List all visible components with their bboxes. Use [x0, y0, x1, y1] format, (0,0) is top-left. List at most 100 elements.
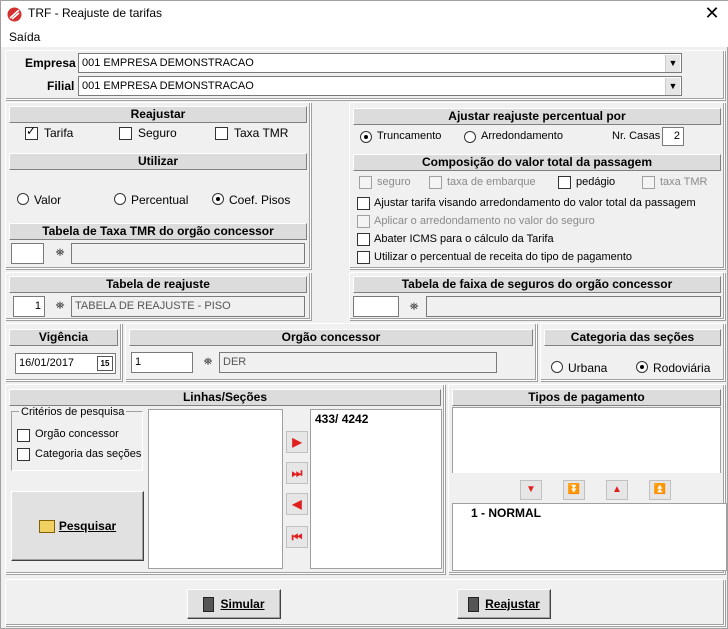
percentual-label: Percentual — [131, 193, 189, 207]
orgao-header: Orgão concessor — [129, 329, 533, 346]
filial-label: Filial — [47, 79, 75, 93]
criterios-label: Critérios de pesquisa — [19, 406, 127, 418]
criterios-group — [11, 411, 143, 471]
opt1-checkbox[interactable] — [357, 197, 370, 210]
vigencia-date-input[interactable]: 16/01/2017 15 — [15, 353, 116, 374]
search-icon — [38, 520, 55, 534]
truncamento-radio[interactable] — [360, 131, 372, 143]
binoculars-icon[interactable]: ⛯ — [405, 298, 423, 317]
truncamento-label: Truncamento — [377, 130, 442, 142]
comp-seguro-checkbox[interactable] — [359, 176, 372, 189]
bottom-bar — [5, 579, 725, 626]
empresa-label: Empresa — [25, 56, 76, 70]
coef-pisos-label: Coef. Pisos — [229, 193, 291, 207]
move-up-icon[interactable]: ▲ — [606, 480, 628, 500]
tipos-top-list[interactable] — [452, 407, 721, 473]
menu-bar: Saída — [1, 27, 728, 47]
move-right-icon[interactable]: ▶ — [286, 431, 308, 453]
comp-taxa-tmr-checkbox[interactable] — [642, 176, 655, 189]
move-all-up-icon[interactable]: ⏫ — [649, 480, 671, 500]
seguro-checkbox[interactable] — [119, 127, 132, 140]
tarifa-label: Tarifa — [44, 126, 74, 140]
menu-saida[interactable]: Saída — [9, 30, 40, 44]
utilizar-header: Utilizar — [9, 153, 307, 170]
simular-button[interactable]: Simular — [187, 589, 281, 619]
tarifa-checkbox[interactable]: ✓ — [25, 124, 38, 140]
tipos-list[interactable]: 1 - NORMAL — [452, 503, 727, 571]
opt1-label: Ajustar tarifa visando arredondamento do… — [374, 197, 696, 209]
linhas-selected-list[interactable]: 433/ 4242 — [310, 409, 442, 569]
filial-select[interactable]: 001 EMPRESA DEMONSTRACAO ▼ — [78, 76, 682, 96]
chevron-down-icon[interactable]: ▼ — [665, 55, 680, 72]
move-down-icon[interactable]: ▼ — [520, 480, 542, 500]
empresa-select[interactable]: 001 EMPRESA DEMONSTRACAO ▼ — [78, 53, 682, 73]
comp-taxa-embarque-checkbox[interactable] — [429, 176, 442, 189]
app-icon — [7, 7, 22, 22]
crit-categoria-checkbox[interactable] — [17, 448, 30, 461]
tabela-reajuste-code-input[interactable]: 1 — [13, 296, 45, 317]
urbana-label: Urbana — [568, 361, 608, 375]
comp-seguro-label: seguro — [377, 176, 411, 188]
calendar-icon[interactable]: 15 — [97, 356, 113, 371]
opt3-label: Abater ICMS para o cálculo da Tarifa — [374, 233, 554, 245]
window-title: TRF - Reajuste de tarifas — [28, 6, 163, 20]
chevron-down-icon[interactable]: ▼ — [665, 78, 680, 95]
comp-taxa-tmr-label: taxa TMR — [660, 176, 708, 188]
opt2-checkbox[interactable] — [357, 215, 370, 228]
tabela-reajuste-desc: TABELA DE REAJUSTE - PISO — [71, 296, 305, 317]
valor-label: Valor — [34, 193, 62, 207]
tabela-faixa-header: Tabela de faixa de seguros do orgão conc… — [353, 276, 721, 293]
calculator-icon — [468, 597, 480, 613]
opt4-checkbox[interactable] — [357, 251, 370, 264]
orgao-code-input[interactable]: 1 — [131, 352, 193, 373]
orgao-desc: DER — [219, 352, 497, 373]
coef-pisos-radio[interactable] — [212, 193, 224, 205]
tipos-header: Tipos de pagamento — [452, 389, 721, 406]
move-all-down-icon[interactable]: ⏬ — [563, 480, 585, 500]
nr-casas-input[interactable]: 2 — [662, 127, 684, 146]
binoculars-icon[interactable]: ⛯ — [199, 353, 217, 372]
binoculars-icon[interactable]: ⛯ — [51, 297, 69, 316]
crit-orgao-checkbox[interactable] — [17, 429, 30, 442]
rodoviaria-radio[interactable] — [636, 361, 648, 373]
seguro-label: Seguro — [138, 126, 177, 140]
move-left-icon[interactable]: ◀ — [286, 493, 308, 515]
arredondamento-radio[interactable] — [464, 131, 476, 143]
filial-value: 001 EMPRESA DEMONSTRACAO — [82, 80, 254, 92]
percentual-radio[interactable] — [114, 193, 126, 205]
pesquisar-button[interactable]: Pesquisar — [11, 491, 144, 561]
tabela-faixa-desc — [426, 296, 721, 317]
tabela-reajuste-header: Tabela de reajuste — [9, 276, 307, 293]
comp-pedagio-checkbox[interactable] — [558, 176, 571, 189]
tabela-tmr-header: Tabela de Taxa TMR do orgão concessor — [9, 223, 307, 240]
tabela-faixa-code-input[interactable] — [353, 296, 399, 317]
crit-categoria-label: Categoria das seções — [35, 448, 142, 460]
urbana-radio[interactable] — [551, 361, 563, 373]
move-all-left-icon[interactable]: ⏮ — [286, 526, 308, 548]
list-item[interactable]: 433/ 4242 — [315, 412, 437, 426]
main-window: TRF - Reajuste de tarifas ✕ Saída Empres… — [0, 0, 728, 629]
close-icon[interactable]: ✕ — [697, 3, 727, 25]
crit-orgao-label: Orgão concessor — [35, 428, 119, 440]
linhas-available-list[interactable] — [148, 409, 283, 569]
arredondamento-label: Arredondamento — [481, 130, 563, 142]
rodoviaria-label: Rodoviária — [653, 361, 711, 375]
empresa-value: 001 EMPRESA DEMONSTRACAO — [82, 57, 254, 69]
opt3-checkbox[interactable] — [357, 233, 370, 246]
check-icon: ✓ — [26, 124, 37, 138]
taxa-tmr-checkbox[interactable] — [215, 127, 228, 140]
categoria-header: Categoria das seções — [544, 329, 721, 346]
opt2-label: Aplicar o arredondamento no valor do seg… — [374, 215, 595, 227]
move-all-right-icon[interactable]: ⏭ — [286, 462, 308, 484]
comp-taxa-embarque-label: taxa de embarque — [447, 176, 536, 188]
tabela-tmr-code-input[interactable] — [11, 243, 44, 264]
reajustar-button[interactable]: Reajustar — [457, 589, 551, 619]
title-bar: TRF - Reajuste de tarifas ✕ — [1, 1, 728, 27]
tabela-tmr-desc — [71, 243, 305, 264]
opt4-label: Utilizar o percentual de receita do tipo… — [374, 251, 633, 263]
nr-casas-label: Nr. Casas — [612, 130, 661, 142]
binoculars-icon[interactable]: ⛯ — [51, 244, 69, 263]
composicao-header: Composição do valor total da passagem — [353, 154, 721, 171]
valor-radio[interactable] — [17, 193, 29, 205]
list-item[interactable]: 1 - NORMAL — [471, 506, 708, 520]
